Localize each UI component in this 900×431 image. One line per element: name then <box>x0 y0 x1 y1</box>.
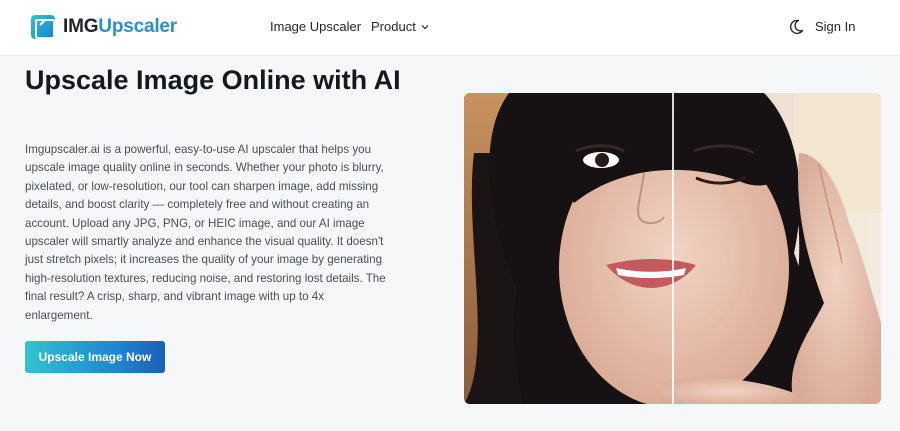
upscale-image-now-button[interactable]: Upscale Image Now <box>25 341 165 373</box>
comparison-slider-handle[interactable] <box>672 93 674 404</box>
logo-text: IMGUpscaler <box>63 16 177 38</box>
sign-in-link[interactable]: Sign In <box>815 19 855 34</box>
nav-image-upscaler[interactable]: Image Upscaler <box>270 19 361 34</box>
moon-icon[interactable] <box>787 18 805 36</box>
nav-product-dropdown[interactable]: Product <box>371 19 430 34</box>
site-logo[interactable]: IMGUpscaler <box>31 14 177 40</box>
hero-description: Imgupscaler.ai is a powerful, easy-to-us… <box>25 143 386 322</box>
logo-text-upscaler: Upscaler <box>98 16 177 37</box>
nav-image-upscaler-label: Image Upscaler <box>270 19 362 34</box>
logo-icon <box>31 15 55 39</box>
nav-product-label: Product <box>371 19 416 34</box>
chevron-down-icon <box>421 24 429 29</box>
logo-text-img: IMG <box>63 16 99 37</box>
before-after-comparison-image[interactable] <box>464 93 881 404</box>
site-header: IMGUpscaler Image Upscaler Product Sign … <box>0 0 900 56</box>
page-title: Upscale Image Online with AI <box>25 65 401 95</box>
